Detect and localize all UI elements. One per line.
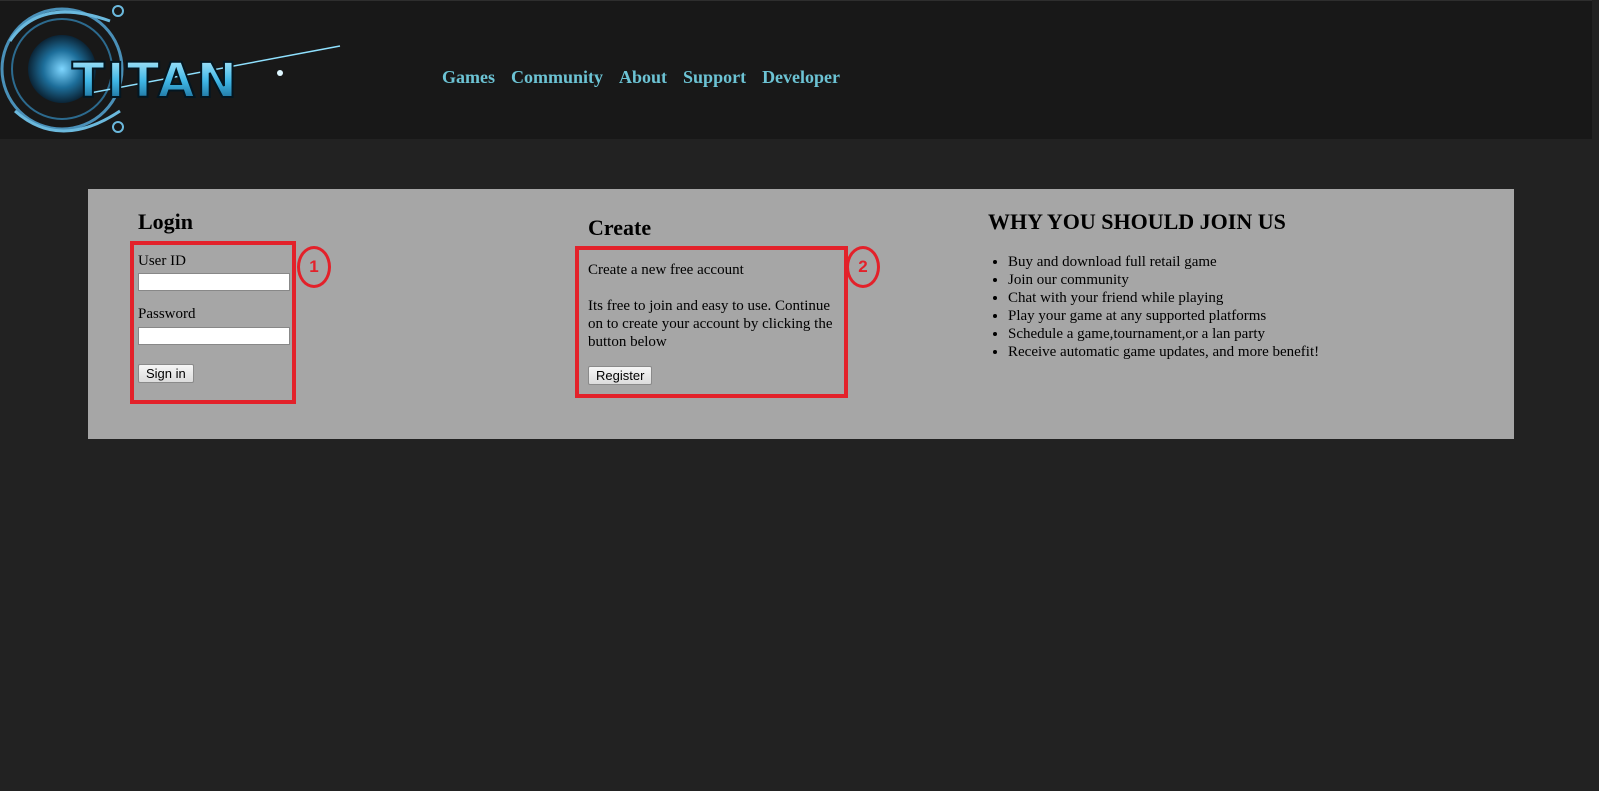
- main-nav: Games Community About Support Developer: [442, 67, 856, 88]
- nav-games-link[interactable]: Games: [442, 67, 495, 88]
- titan-logo[interactable]: TITAN: [0, 1, 345, 139]
- annotation-marker-1: 1: [297, 246, 331, 288]
- list-item: Buy and download full retail game: [1008, 253, 1319, 271]
- why-join-list: Buy and download full retail game Join o…: [988, 253, 1319, 361]
- logo-wordmark: TITAN: [72, 53, 239, 109]
- site-header: TITAN Games Community About Support Deve…: [0, 0, 1592, 139]
- annotation-box-create: [575, 246, 848, 398]
- create-title: Create: [588, 215, 652, 240]
- list-item: Receive automatic game updates, and more…: [1008, 343, 1319, 361]
- why-join-title: WHY YOU SHOULD JOIN US: [988, 209, 1286, 234]
- nav-support-link[interactable]: Support: [683, 67, 746, 88]
- login-title: Login: [138, 209, 194, 234]
- nav-developer-link[interactable]: Developer: [762, 67, 840, 88]
- annotation-marker-2: 2: [846, 246, 880, 288]
- list-item: Schedule a game,tournament,or a lan part…: [1008, 325, 1319, 343]
- nav-about-link[interactable]: About: [619, 67, 667, 88]
- list-item: Play your game at any supported platform…: [1008, 307, 1319, 325]
- list-item: Join our community: [1008, 271, 1319, 289]
- nav-community-link[interactable]: Community: [511, 67, 603, 88]
- list-item: Chat with your friend while playing: [1008, 289, 1319, 307]
- annotation-box-login: [130, 241, 296, 404]
